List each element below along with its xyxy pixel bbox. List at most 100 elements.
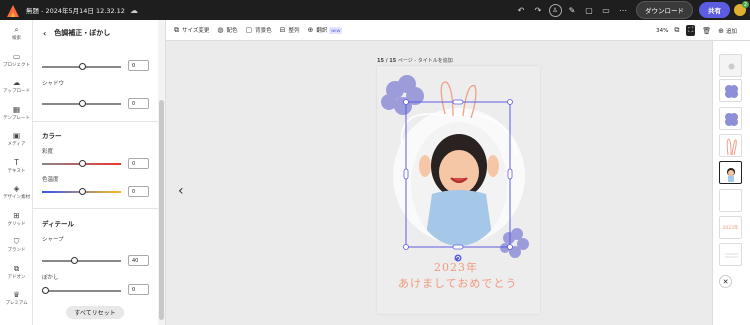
background-label: 背景色 [255,28,272,34]
page-title-placeholder: ページ - タイトルを追加 [397,58,453,64]
slider-knob[interactable] [42,287,49,294]
left-nav: ⌕ 検索 ▭ プロジェクト ☁ アップロード ▦ テンプレート ▣ メディア T テキスト ◈ デザイン素… [0,20,33,325]
slider-value[interactable]: 40 [128,255,149,266]
divider [33,208,158,209]
slider-label-blur: ぼかし [42,275,59,281]
nav-item-3[interactable]: ▦ テンプレート [0,100,33,127]
slider-value[interactable]: 0 [128,158,149,169]
color-scheme-button[interactable]: ◍ 配色 [217,26,237,34]
add-icon: ⊕ [718,26,724,35]
nav-item-9[interactable]: ⧉ アドオン [0,259,33,286]
slider-value[interactable]: 0 [128,186,149,197]
arrange-label: 整列 [288,28,300,34]
page-thumbnail[interactable] [719,134,742,157]
slider-label-saturation: 彩度 [42,149,54,155]
new-badge: NEW [329,26,343,34]
nav-item-7[interactable]: ⊞ グリッド [0,206,33,233]
nav-item-label: テキスト [7,168,26,174]
page-thumbnail[interactable]: 2023年 [719,216,742,239]
share-button[interactable]: 共有 [699,2,730,18]
media-icon: ▣ [12,131,21,141]
comment-icon[interactable]: ▢ [582,3,596,17]
color-scheme-label: 配色 [226,28,238,34]
page-label[interactable]: 15 / 15 ページ - タイトルを追加 [377,57,453,64]
top-bar: 無題 - 2024年5月14日 12.32.12 ☁ ↶ ↷ ♙ ✎ ▢ ▭ ⋯… [0,0,750,20]
page-thumbnail[interactable] [719,189,742,212]
slider-value[interactable]: 0 [128,98,149,109]
nav-item-label: メディア [7,142,26,148]
folder-icon: ▭ [12,51,21,61]
slider-value[interactable]: 0 [128,60,149,71]
page-thumbnail[interactable] [719,243,742,266]
brush-icon[interactable]: ✎ [565,3,579,17]
pages-view-icon[interactable]: ⧉ [674,26,679,35]
nav-item-label: ブランド [7,248,26,254]
slider-track[interactable] [42,63,121,70]
present-icon[interactable]: ▭ [599,3,613,17]
nav-item-8[interactable]: ⛉ ブランド [0,232,33,259]
sharpen-slider-track[interactable] [42,257,121,264]
page-thumbnail[interactable] [719,79,742,102]
divider [33,121,158,122]
translate-button[interactable]: ⊕ 翻訳 NEW [308,26,343,34]
undo-icon[interactable]: ↶ [514,3,528,17]
page-thumbnail[interactable] [719,54,742,77]
saturation-slider-track[interactable] [42,160,121,167]
layers-icon[interactable]: ⛶ [686,25,696,36]
slider-knob[interactable] [79,188,86,195]
brand-icon: ⛉ [13,237,20,247]
arrange-button[interactable]: ⊟ 整列 [280,26,300,34]
panel-title: 色調補正・ぼかし [54,29,111,37]
arrange-icon: ⊟ [279,26,286,34]
slider-track[interactable] [42,100,121,107]
nav-item-10[interactable]: ♛ プレミアム [0,285,33,312]
close-icon[interactable]: ✕ [719,275,732,288]
nav-item-5[interactable]: T テキスト [0,153,33,180]
nav-item-6[interactable]: ◈ デザイン素材 [0,179,33,206]
page-thumbnail[interactable] [719,107,742,130]
delete-icon[interactable]: 🗑 [702,27,711,35]
nav-item-0[interactable]: ⌕ 検索 [0,20,33,47]
slider-knob[interactable] [71,257,78,264]
adobe-express-logo[interactable] [6,3,20,17]
more-options-icon[interactable]: ⋯ [616,3,630,17]
page-number: 15 / 15 [377,58,397,64]
redo-icon[interactable]: ↷ [531,3,545,17]
reset-all-button[interactable]: すべてリセット [66,306,124,319]
slider-knob[interactable] [79,63,86,70]
adjust-panel: ‹ 色調補正・ぼかし 0 シャドウ 0 カラー 彩度 0 色温度 0 ディテール… [33,20,166,325]
add-user-icon[interactable]: ♙ [548,3,562,17]
slider-value[interactable]: 0 [128,284,149,295]
section-title-color: カラー [42,132,62,140]
panel-scrollbar[interactable] [158,20,165,325]
section-title-detail: ディテール [42,220,75,228]
nav-item-label: プロジェクト [3,62,30,68]
previous-page-arrow-icon[interactable]: ‹ [178,183,184,199]
blur-slider-track[interactable] [42,287,121,294]
canvas-toolbar: ⧉ サイズ変更 ◍ 配色 ▢ 背景色 ⊟ 整列 ⊕ 翻訳 NEW 34% ⧉ ⛶ 🗑 ⊕ 追加 [166,20,750,41]
panel-header: ‹ 色調補正・ぼかし [43,28,110,38]
back-arrow-icon[interactable]: ‹ [43,29,46,38]
download-button[interactable]: ダウンロード [636,1,693,19]
slider-knob[interactable] [79,160,86,167]
resize-label: サイズ変更 [182,28,210,34]
page-thumbnail-selected[interactable] [719,161,742,184]
nav-item-4[interactable]: ▣ メディア [0,126,33,153]
resize-button[interactable]: ⧉ サイズ変更 [174,26,209,35]
text-icon: T [14,157,19,167]
avatar[interactable]: 2 [734,1,749,16]
nav-item-label: テンプレート [3,115,30,121]
scrollbar-thumb[interactable] [159,100,164,320]
year-text[interactable]: 2023年 [434,259,478,275]
nav-item-2[interactable]: ☁ アップロード [0,73,33,100]
background-color-button[interactable]: ▢ 背景色 [245,26,271,34]
zoom-level[interactable]: 34% [656,28,668,34]
greeting-text[interactable]: あけましておめでとう [398,275,517,291]
slider-label-sharpen: シャープ [42,237,64,243]
slider-knob[interactable] [79,100,86,107]
document-title[interactable]: 無題 - 2024年5月14日 12.32.12 [26,5,125,15]
nav-item-label: グリッド [7,221,26,227]
temperature-slider-track[interactable] [42,188,121,195]
nav-item-1[interactable]: ▭ プロジェクト [0,47,33,74]
add-page-button[interactable]: ⊕ 追加 [718,27,737,35]
